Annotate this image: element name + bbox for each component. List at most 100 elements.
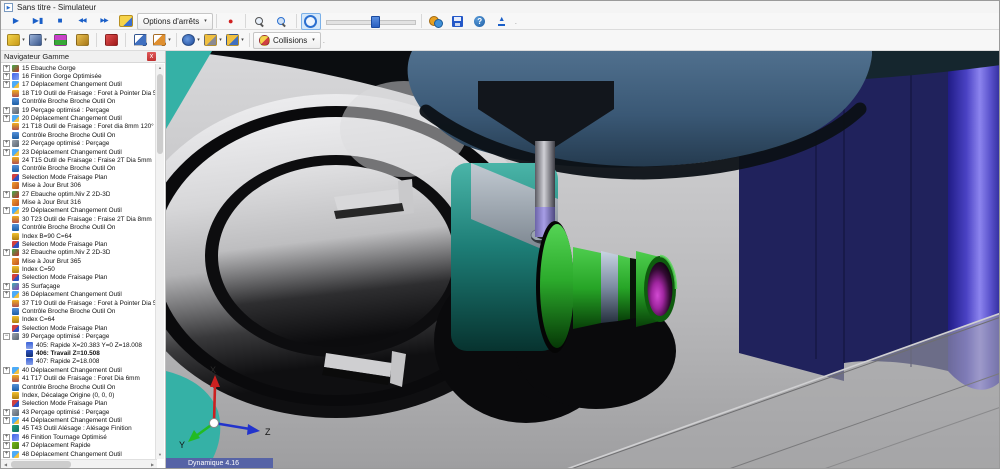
close-panel-button[interactable]: x bbox=[147, 52, 156, 61]
scroll-down-icon[interactable]: ▼ bbox=[156, 451, 164, 459]
scroll-right-icon[interactable]: ▶ bbox=[148, 460, 157, 469]
expand-toggle[interactable]: + bbox=[3, 434, 10, 441]
tree-item[interactable]: Index B=90 C=64 bbox=[1, 232, 157, 240]
help-button[interactable]: ? bbox=[470, 13, 490, 30]
stock-display-button[interactable]: ▾ bbox=[6, 32, 26, 49]
tree-item[interactable]: 406: Travail Z=10.508 bbox=[1, 349, 157, 357]
tree-item[interactable]: Index, Décalage Origine (0, 0, 0) bbox=[1, 391, 157, 399]
stop-button[interactable]: ■ bbox=[50, 13, 70, 30]
tree-item[interactable]: Contrôle Broche Broche Outil On bbox=[1, 98, 157, 106]
tree-item[interactable]: +20 Déplacement Changement Outil bbox=[1, 114, 157, 122]
tree-item[interactable]: 407: Rapide Z=18.008 bbox=[1, 358, 157, 366]
tree-item[interactable]: 18 T19 Outil de Fraisage : Foret à Point… bbox=[1, 89, 157, 97]
turbo-simulation-button[interactable] bbox=[116, 13, 136, 30]
tree-item[interactable]: +22 Perçage optimisé : Perçage bbox=[1, 140, 157, 148]
tree-item[interactable]: +48 Déplacement Changement Outil bbox=[1, 450, 157, 458]
tree-item[interactable]: Selection Mode Fraisage Plan bbox=[1, 173, 157, 181]
expand-toggle[interactable]: + bbox=[3, 451, 10, 458]
speed-mode-toggle[interactable] bbox=[301, 13, 321, 30]
play-to-end-button[interactable]: ▶▮ bbox=[28, 13, 48, 30]
eject-button[interactable]: ▲ bbox=[492, 13, 512, 30]
tree-item[interactable]: Index C=50 bbox=[1, 265, 157, 273]
report-button[interactable] bbox=[101, 32, 121, 49]
tree-item[interactable]: Contrôle Broche Broche Outil On bbox=[1, 383, 157, 391]
tool-display-button[interactable]: ▾ bbox=[203, 32, 223, 49]
tree-item[interactable]: Contrôle Broche Broche Outil On bbox=[1, 307, 157, 315]
tree-item[interactable]: +44 Déplacement Changement Outil bbox=[1, 416, 157, 424]
machine-display-button[interactable] bbox=[72, 32, 92, 49]
rewind-button[interactable]: ◀◀ bbox=[72, 13, 92, 30]
expand-toggle[interactable]: + bbox=[3, 81, 10, 88]
tree-item[interactable]: +36 Déplacement Changement Outil bbox=[1, 291, 157, 299]
toolpath-display-button[interactable]: ▾ bbox=[225, 32, 245, 49]
expand-toggle[interactable]: + bbox=[3, 249, 10, 256]
tree-item[interactable]: +32 Ebauche optim.Niv Z 2D-3D bbox=[1, 249, 157, 257]
horizontal-scrollbar[interactable]: ◀ ▶ bbox=[1, 459, 157, 469]
record-button[interactable]: ● bbox=[221, 13, 241, 30]
stop-options-dropdown[interactable]: Options d'arrêts ▾ bbox=[137, 13, 213, 30]
slider-thumb[interactable] bbox=[371, 16, 380, 28]
vertical-scrollbar[interactable]: ▲ ▼ bbox=[155, 64, 164, 459]
tree-item[interactable]: 45 T43 Outil Alésage : Alésage Finition bbox=[1, 425, 157, 433]
expand-toggle[interactable]: + bbox=[3, 291, 10, 298]
fixture-display-button[interactable]: ▾ bbox=[28, 32, 48, 49]
tree-item[interactable]: +43 Perçage optimisé : Perçage bbox=[1, 408, 157, 416]
expand-toggle[interactable]: + bbox=[3, 73, 10, 80]
tree-item[interactable]: 21 T18 Outil de Fraisage : Foret dia 8mm… bbox=[1, 123, 157, 131]
expand-toggle[interactable]: + bbox=[3, 367, 10, 374]
tree-item[interactable]: Selection Mode Fraisage Plan bbox=[1, 274, 157, 282]
expand-toggle[interactable]: + bbox=[3, 115, 10, 122]
expand-toggle[interactable]: + bbox=[3, 207, 10, 214]
tree-item[interactable]: Selection Mode Fraisage Plan bbox=[1, 240, 157, 248]
tree-item[interactable]: Selection Mode Fraisage Plan bbox=[1, 324, 157, 332]
fast-forward-button[interactable]: ▶▶ bbox=[94, 13, 114, 30]
view-options-button[interactable]: ▾ bbox=[181, 32, 201, 49]
tree-item[interactable]: +35 Surfaçage bbox=[1, 282, 157, 290]
collisions-dropdown[interactable]: Collisions ▾ bbox=[253, 32, 321, 49]
3d-viewport[interactable]: X Y Z Dynamique 4.16 bbox=[166, 51, 1000, 469]
expand-toggle[interactable]: + bbox=[3, 409, 10, 416]
tree-item[interactable]: +27 Ebauche optim.Niv Z 2D-3D bbox=[1, 190, 157, 198]
tree-item[interactable]: +29 Déplacement Changement Outil bbox=[1, 207, 157, 215]
play-button[interactable]: ▶ bbox=[6, 13, 26, 30]
tree-item[interactable]: Mise à Jour Brut 365 bbox=[1, 257, 157, 265]
tree-item[interactable]: Contrôle Broche Broche Outil On bbox=[1, 223, 157, 231]
zoom-out-button[interactable] bbox=[250, 13, 270, 30]
tree-item[interactable]: 405: Rapide X=20.383 Y=0 Z=18.008 bbox=[1, 341, 157, 349]
simulation-speed-slider[interactable] bbox=[326, 16, 414, 26]
expand-toggle[interactable]: + bbox=[3, 140, 10, 147]
tree-item[interactable]: 30 T23 Outil de Fraisage : Fraise 2T Dia… bbox=[1, 215, 157, 223]
expand-toggle[interactable]: + bbox=[3, 442, 10, 449]
tree-item[interactable]: +46 Finition Tournage Optimisé bbox=[1, 433, 157, 441]
tree-item[interactable]: +15 Ebauche Gorge bbox=[1, 64, 157, 72]
zoom-in-button[interactable] bbox=[272, 13, 292, 30]
expand-toggle[interactable]: + bbox=[3, 417, 10, 424]
tree-item[interactable]: Contrôle Broche Broche Outil On bbox=[1, 165, 157, 173]
tree-item[interactable]: −39 Perçage optimisé : Perçage bbox=[1, 333, 157, 341]
tree-item[interactable]: Mise à Jour Brut 316 bbox=[1, 198, 157, 206]
tree-item[interactable]: Contrôle Broche Broche Outil On bbox=[1, 131, 157, 139]
tree-item[interactable]: +47 Déplacement Rapide bbox=[1, 442, 157, 450]
scroll-left-icon[interactable]: ◀ bbox=[1, 460, 10, 469]
settings-button[interactable] bbox=[426, 13, 446, 30]
expand-toggle[interactable]: + bbox=[3, 65, 10, 72]
expand-toggle[interactable]: + bbox=[3, 191, 10, 198]
tree-item[interactable]: +23 Déplacement Changement Outil bbox=[1, 148, 157, 156]
tree-item[interactable]: 24 T15 Outil de Fraisage : Fraise 2T Dia… bbox=[1, 156, 157, 164]
tree-item[interactable]: Selection Mode Fraisage Plan bbox=[1, 400, 157, 408]
compare-button[interactable]: ▾ bbox=[152, 32, 172, 49]
expand-toggle[interactable]: + bbox=[3, 107, 10, 114]
tree-item[interactable]: Index C=64 bbox=[1, 316, 157, 324]
expand-toggle[interactable]: − bbox=[3, 333, 10, 340]
toolbar-overflow[interactable]: . bbox=[515, 17, 517, 26]
expand-toggle[interactable]: + bbox=[3, 283, 10, 290]
scroll-up-icon[interactable]: ▲ bbox=[156, 64, 164, 72]
tree-item[interactable]: Mise à Jour Brut 306 bbox=[1, 181, 157, 189]
save-button[interactable] bbox=[448, 13, 468, 30]
tree-item[interactable]: +19 Perçage optimisé : Perçage bbox=[1, 106, 157, 114]
toolbar-overflow[interactable]: . bbox=[323, 36, 325, 45]
tree-item[interactable]: 41 T17 Outil de Fraisage : Foret Dia 6mm bbox=[1, 374, 157, 382]
vertical-scroll-thumb[interactable] bbox=[157, 74, 163, 154]
target-part-button[interactable] bbox=[50, 32, 70, 49]
tree-item[interactable]: +17 Déplacement Changement Outil bbox=[1, 81, 157, 89]
